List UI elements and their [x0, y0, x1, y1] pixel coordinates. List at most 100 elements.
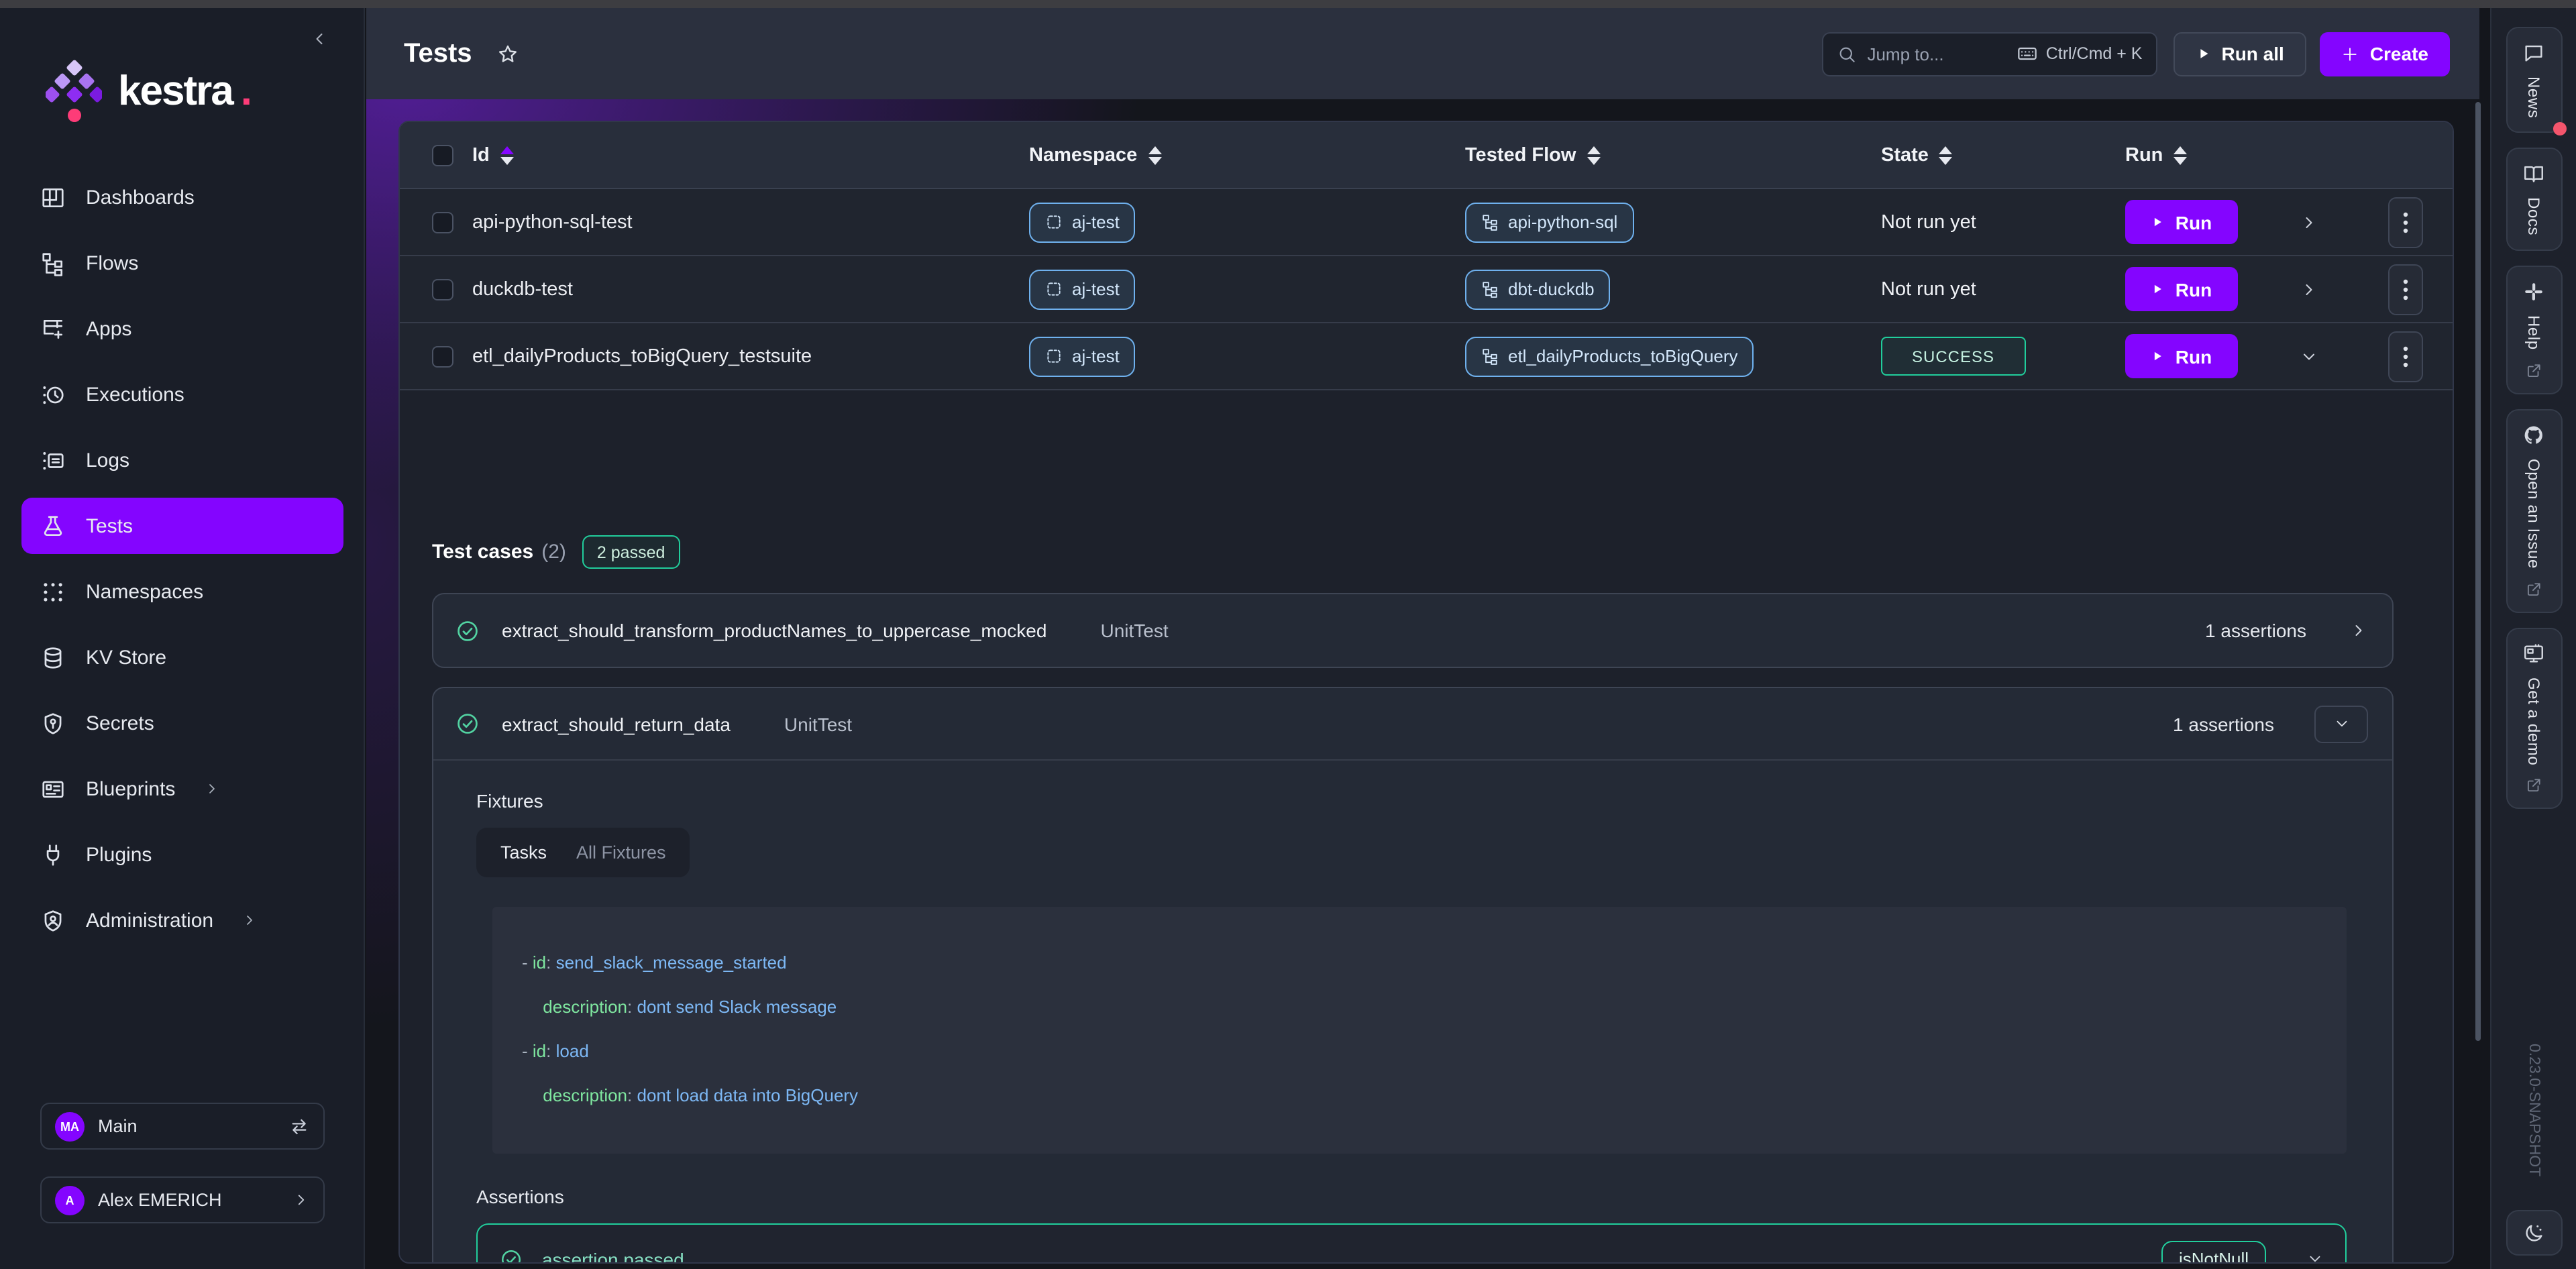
scrollbar-thumb[interactable]: [2475, 102, 2481, 1041]
kestra-logo[interactable]: kestra.: [46, 59, 252, 123]
sort-icons-flow[interactable]: [1587, 146, 1600, 164]
sort-icons-run[interactable]: [2174, 146, 2187, 164]
test-id[interactable]: duckdb-test: [472, 278, 1029, 300]
sidebar-item-tests[interactable]: Tests: [21, 498, 343, 554]
assertion-card: assertion passed isNotNull Actual [BOWLE…: [476, 1223, 2347, 1264]
shield-account-icon: [40, 907, 66, 933]
chevron-right-icon: [241, 912, 258, 928]
sort-icons-state[interactable]: [1939, 146, 1953, 164]
collapse-case-button[interactable]: [2314, 705, 2368, 742]
flow-badge[interactable]: api-python-sql: [1465, 202, 1633, 242]
flow-badge[interactable]: dbt-duckdb: [1465, 269, 1611, 309]
col-header-run[interactable]: Run: [2125, 144, 2163, 166]
theme-toggle-button[interactable]: [2506, 1210, 2562, 1256]
flow-badge[interactable]: etl_dailyProducts_toBigQuery: [1465, 336, 1754, 376]
sidebar-item-flows[interactable]: Flows: [21, 235, 343, 291]
test-id[interactable]: api-python-sql-test: [472, 211, 1029, 233]
external-link-icon: [2525, 362, 2542, 379]
test-case-header[interactable]: extract_should_transform_productNames_to…: [433, 594, 2392, 667]
docs-button[interactable]: Docs: [2506, 148, 2562, 250]
get-demo-button[interactable]: Get a demo: [2506, 627, 2562, 809]
check-circle-icon: [455, 618, 480, 643]
run-button[interactable]: Run: [2125, 200, 2238, 244]
news-icon: [2522, 42, 2545, 64]
play-icon: [2151, 282, 2165, 296]
code-line: - id: send_slack_message_started: [522, 942, 2317, 986]
fixtures-code-block[interactable]: - id: send_slack_message_started descrip…: [492, 907, 2347, 1154]
page-content: Id Namespace Tested Flow State Run: [366, 99, 2479, 1269]
select-all-checkbox[interactable]: [432, 144, 453, 166]
sidebar-item-logs[interactable]: Logs: [21, 432, 343, 488]
tenant-switcher[interactable]: MA Main: [40, 1103, 325, 1150]
sort-icons-id[interactable]: [500, 146, 514, 164]
open-issue-button[interactable]: Open an Issue: [2506, 408, 2562, 612]
brand-name: kestra: [118, 67, 233, 115]
sidebar-item-blueprints[interactable]: Blueprints: [21, 761, 343, 817]
namespace-badge[interactable]: aj-test: [1029, 336, 1136, 376]
state-text: Not run yet: [1881, 278, 2125, 300]
sidebar-item-executions[interactable]: Executions: [21, 366, 343, 423]
expand-row-chevron-icon[interactable]: [2259, 213, 2359, 231]
table-row: duckdb-test aj-test dbt-duckdb Not run y…: [400, 256, 2453, 323]
sidebar-item-dashboards[interactable]: Dashboards: [21, 169, 343, 225]
sidebar-collapse-button[interactable]: [305, 24, 334, 54]
flow-icon: [1481, 213, 1499, 231]
tab-all-fixtures[interactable]: All Fixtures: [576, 842, 666, 863]
test-case-header[interactable]: extract_should_return_data UnitTest 1 as…: [433, 688, 2392, 761]
play-icon: [2151, 349, 2165, 364]
row-checkbox[interactable]: [432, 345, 453, 367]
create-button[interactable]: Create: [2320, 32, 2450, 76]
test-case-card: extract_should_transform_productNames_to…: [432, 593, 2394, 668]
search-shortcut: Ctrl/Cmd + K: [2046, 44, 2143, 63]
fixtures-title: Fixtures: [476, 790, 2344, 812]
news-button[interactable]: News: [2506, 27, 2562, 133]
version-label: 0.23.0-SNAPSHOT: [2526, 1044, 2542, 1176]
slack-icon: [2522, 280, 2545, 303]
namespace-badge[interactable]: aj-test: [1029, 269, 1136, 309]
favorite-star-icon[interactable]: [496, 42, 519, 65]
sort-icons-namespace[interactable]: [1148, 146, 1161, 164]
apps-icon: [40, 316, 66, 341]
collapse-row-chevron-icon[interactable]: [2259, 347, 2359, 366]
test-id[interactable]: etl_dailyProducts_toBigQuery_testsuite: [472, 345, 1029, 367]
test-case-name: extract_should_transform_productNames_to…: [502, 620, 1046, 641]
code-line: description: dont send Slack message: [522, 986, 2317, 1030]
col-header-state[interactable]: State: [1881, 144, 1929, 166]
jump-to-search[interactable]: Jump to... Ctrl/Cmd + K: [1821, 32, 2157, 76]
sidebar-item-secrets[interactable]: Secrets: [21, 695, 343, 751]
sidebar-item-administration[interactable]: Administration: [21, 892, 343, 948]
state-text: Not run yet: [1881, 211, 2125, 233]
table-header-row: Id Namespace Tested Flow State Run: [400, 122, 2453, 189]
plug-icon: [40, 842, 66, 867]
flows-icon: [40, 250, 66, 276]
tenant-label: Main: [98, 1116, 275, 1136]
sidebar-item-namespaces[interactable]: Namespaces: [21, 563, 343, 620]
row-menu-button[interactable]: [2388, 264, 2423, 315]
row-menu-button[interactable]: [2388, 197, 2423, 247]
test-case-body: Fixtures Tasks All Fixtures - id: send_s…: [433, 761, 2392, 1264]
tab-tasks[interactable]: Tasks: [500, 842, 547, 863]
row-checkbox[interactable]: [432, 211, 453, 233]
col-header-flow[interactable]: Tested Flow: [1465, 144, 1576, 166]
namespace-icon: [1045, 213, 1063, 231]
kestra-logo-mark-icon: [46, 59, 102, 123]
namespace-badge[interactable]: aj-test: [1029, 202, 1136, 242]
sidebar-item-kv-store[interactable]: KV Store: [21, 629, 343, 685]
col-header-namespace[interactable]: Namespace: [1029, 144, 1137, 166]
col-header-id[interactable]: Id: [472, 144, 490, 166]
help-button[interactable]: Help: [2506, 266, 2562, 394]
sidebar-item-apps[interactable]: Apps: [21, 300, 343, 357]
collapse-assertion-chevron-icon[interactable]: [2306, 1250, 2324, 1264]
assertions-count: 1 assertions: [2173, 713, 2274, 734]
user-menu[interactable]: A Alex EMERICH: [40, 1176, 325, 1223]
row-checkbox[interactable]: [432, 278, 453, 300]
run-button[interactable]: Run: [2125, 267, 2238, 311]
sidebar-item-plugins[interactable]: Plugins: [21, 826, 343, 883]
expand-case-chevron-icon[interactable]: [2349, 621, 2368, 640]
run-button[interactable]: Run: [2125, 334, 2238, 378]
expand-row-chevron-icon[interactable]: [2259, 280, 2359, 298]
test-case-type: UnitTest: [784, 713, 852, 734]
row-menu-button[interactable]: [2388, 331, 2423, 382]
run-all-button[interactable]: Run all: [2173, 32, 2306, 76]
code-line: - id: load: [522, 1030, 2317, 1074]
